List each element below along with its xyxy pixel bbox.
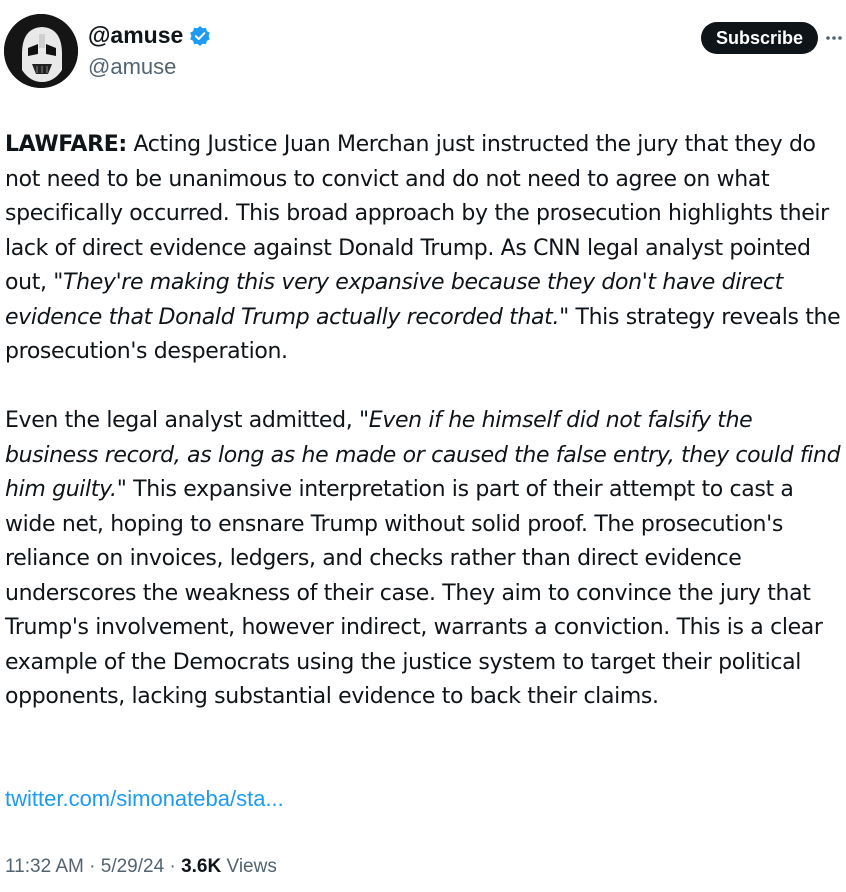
tweet-paragraph-1: LAWFARE: Acting Justice Juan Merchan jus… [5, 128, 843, 370]
tweet-text: LAWFARE: Acting Justice Juan Merchan jus… [5, 128, 843, 715]
tweet-link[interactable]: twitter.com/simonateba/sta... [5, 786, 284, 812]
tweet-time[interactable]: 11:32 AM [5, 856, 84, 877]
more-icon[interactable] [824, 28, 844, 48]
meta-separator: · [89, 856, 96, 877]
tweet-paragraph-2: Even the legal analyst admitted, "Even i… [5, 404, 843, 715]
author-handle[interactable]: @amuse [88, 54, 176, 80]
tweet-meta: 11:32 AM · 5/29/24 · 3.6K Views [5, 856, 277, 878]
stormtrooper-avatar-icon [4, 14, 78, 88]
tweet-date[interactable]: 5/29/24 [101, 856, 164, 877]
tweet-text-segment: Even the legal analyst admitted, [5, 408, 359, 433]
meta-separator: · [169, 856, 176, 877]
views-label[interactable]: Views [226, 856, 276, 877]
verified-badge-icon[interactable] [189, 25, 211, 47]
views-count[interactable]: 3.6K [181, 856, 221, 877]
subscribe-button[interactable]: Subscribe [701, 22, 818, 54]
author-display-name[interactable]: @amuse [88, 22, 183, 49]
tweet-lead: LAWFARE: [5, 132, 127, 157]
tweet-text-segment: This expansive interpretation is part of… [5, 477, 823, 709]
avatar[interactable] [4, 14, 78, 88]
author-name-row[interactable]: @amuse [88, 22, 211, 49]
